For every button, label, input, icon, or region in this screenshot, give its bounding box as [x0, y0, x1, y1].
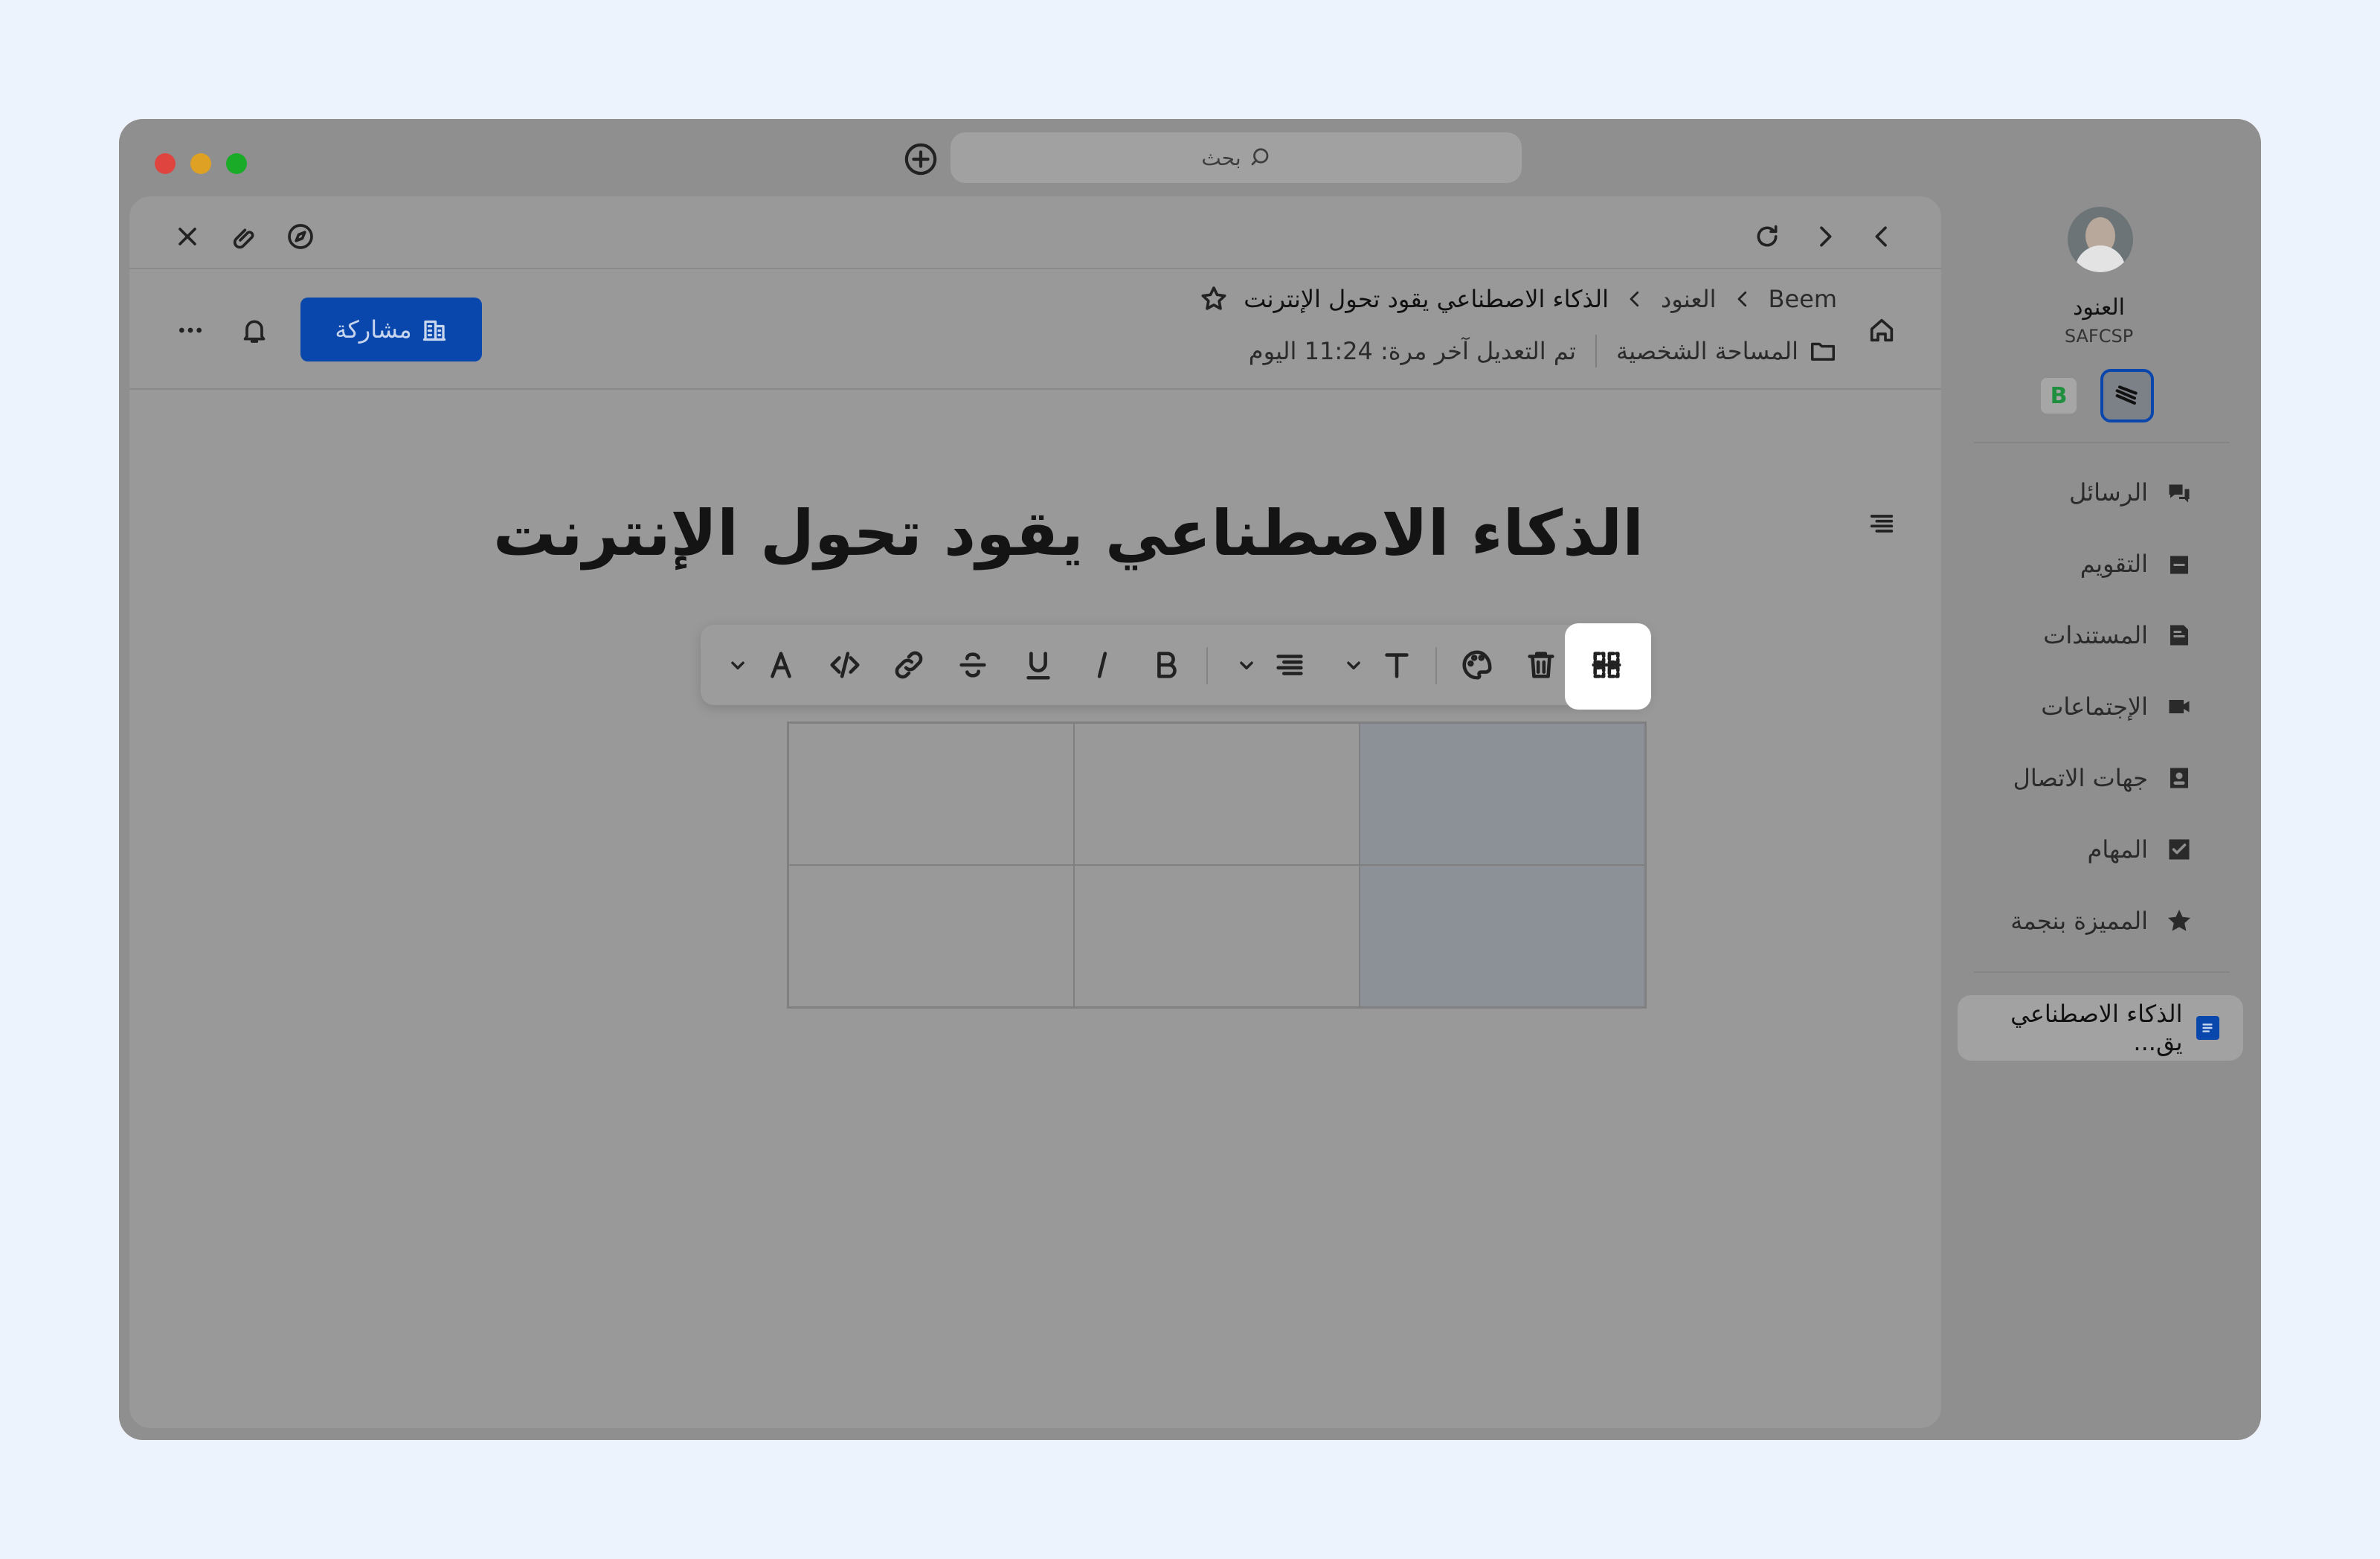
sidebar-item-calendar[interactable]: التقويم — [2080, 541, 2193, 586]
sidebar-divider — [1974, 971, 2230, 973]
strikethrough-icon[interactable] — [949, 641, 997, 689]
sidebar-item-label: الإجتماعات — [2041, 692, 2148, 721]
sidebar-item-messages[interactable]: الرسائل — [2069, 470, 2193, 515]
sidebar-item-label: المميزة بنجمة — [2010, 907, 2148, 935]
contacts-icon — [2166, 765, 2193, 791]
trash-icon[interactable] — [1517, 641, 1565, 689]
minimize-window-dot[interactable] — [190, 153, 211, 174]
building-icon — [421, 316, 448, 343]
search-bar[interactable]: بحث — [951, 132, 1522, 183]
chevron-right-icon[interactable] — [1806, 217, 1844, 256]
align-icon[interactable] — [1266, 641, 1313, 689]
table-cell[interactable] — [1074, 865, 1360, 1007]
share-button[interactable]: مشاركة — [300, 298, 482, 361]
chevron-left-icon — [1731, 288, 1754, 310]
close-icon[interactable] — [168, 217, 207, 256]
sidebar-divider — [1974, 442, 2230, 443]
code-icon[interactable] — [821, 641, 869, 689]
refresh-icon[interactable] — [1748, 217, 1786, 256]
sidebar-item-label: المستندات — [2043, 621, 2148, 649]
sidebar-item-starred[interactable]: المميزة بنجمة — [2010, 899, 2193, 943]
palette-icon[interactable] — [1453, 641, 1501, 689]
search-icon — [1249, 147, 1271, 169]
document-meta: المساحة الشخصية تم التعديل آخر مرة: 11:2… — [1249, 335, 1837, 367]
star-outline-icon[interactable] — [1199, 284, 1229, 314]
more-options-icon[interactable] — [170, 309, 211, 351]
sidebar-item-contacts[interactable]: جهات الاتصال — [2013, 756, 2193, 800]
sidebar-item-label: التقويم — [2080, 550, 2148, 578]
table-cell[interactable] — [1074, 723, 1360, 865]
meta-divider — [1595, 335, 1598, 367]
font-color-icon[interactable] — [757, 641, 805, 689]
table-cell-selected[interactable] — [1360, 723, 1645, 865]
fit-table-icon[interactable] — [1583, 641, 1630, 689]
search-placeholder: بحث — [1201, 145, 1241, 170]
document-table[interactable] — [787, 721, 1647, 1009]
maximize-window-dot[interactable] — [226, 153, 247, 174]
tasks-icon — [2166, 836, 2193, 863]
sidebar-item-label: المهام — [2087, 835, 2148, 864]
align-dropdown-chevron-icon[interactable] — [1223, 641, 1270, 689]
breadcrumb-workspace[interactable]: Beem — [1769, 285, 1838, 313]
link-icon[interactable] — [885, 641, 933, 689]
italic-icon[interactable] — [1078, 641, 1126, 689]
table-cell[interactable] — [788, 723, 1074, 865]
table-cell-selected[interactable] — [1360, 865, 1645, 1007]
calendar-icon — [2166, 550, 2193, 577]
sidebar-item-tasks[interactable]: المهام — [2088, 827, 2193, 872]
share-label: مشاركة — [335, 315, 412, 344]
user-name: العنود — [2073, 295, 2125, 321]
document-title[interactable]: الذكاء الاصطناعي يقود تحول الإنترنت — [493, 497, 1644, 570]
table-cell[interactable] — [788, 865, 1074, 1007]
new-tab-plus-icon[interactable] — [903, 141, 939, 177]
header-divider — [129, 388, 1941, 390]
chevron-left-icon[interactable] — [1862, 217, 1901, 256]
breadcrumb-user[interactable]: العنود — [1661, 285, 1717, 313]
workspace-logo-icon[interactable] — [2100, 369, 2154, 422]
messages-icon — [2166, 479, 2193, 506]
sidebar-item-meetings[interactable]: الإجتماعات — [2041, 684, 2193, 729]
sidebar-item-label: جهات الاتصال — [2013, 764, 2148, 792]
sidebar-item-documents[interactable]: المستندات — [2043, 613, 2193, 658]
location-label[interactable]: المساحة الشخصية — [1616, 337, 1798, 365]
breadcrumb-document: الذكاء الاصطناعي يقود تحول الإنترنت — [1244, 285, 1609, 313]
avatar[interactable] — [2068, 207, 2133, 272]
last-edited-label: تم التعديل آخر مرة: 11:24 اليوم — [1248, 337, 1577, 365]
font-color-dropdown-chevron-icon[interactable] — [714, 641, 762, 689]
underline-icon[interactable] — [1014, 641, 1062, 689]
toolbar-separator — [1206, 647, 1208, 684]
chevron-left-icon — [1624, 288, 1646, 310]
home-icon[interactable] — [1861, 309, 1903, 351]
star-icon — [2166, 907, 2193, 934]
text-style-dropdown-chevron-icon[interactable] — [1330, 641, 1377, 689]
paperclip-icon[interactable] — [225, 217, 263, 256]
text-style-icon[interactable] — [1373, 641, 1421, 689]
breadcrumb: Beem العنود الذكاء الاصطناعي يقود تحول ا… — [1199, 284, 1837, 314]
tabbar-divider — [129, 268, 1941, 269]
video-icon — [2166, 693, 2193, 720]
folder-icon — [1809, 337, 1837, 365]
compass-icon[interactable] — [281, 217, 320, 256]
sidebar-item-label: الرسائل — [2069, 478, 2148, 507]
workspace-badge-b[interactable]: B — [2041, 378, 2077, 414]
sidebar-active-document[interactable]: الذكاء الاصطناعي يق... — [1958, 995, 2243, 1061]
active-document-label: الذكاء الاصطناعي يق... — [2010, 1000, 2183, 1056]
outline-icon[interactable] — [1861, 503, 1903, 544]
toolbar-separator — [1435, 647, 1437, 684]
document-icon — [2196, 1016, 2219, 1040]
close-window-dot[interactable] — [155, 153, 176, 174]
documents-icon — [2166, 622, 2193, 649]
user-org: SAFCSP — [2064, 326, 2134, 347]
bold-icon[interactable] — [1142, 641, 1190, 689]
notification-bell-icon[interactable] — [234, 309, 275, 351]
